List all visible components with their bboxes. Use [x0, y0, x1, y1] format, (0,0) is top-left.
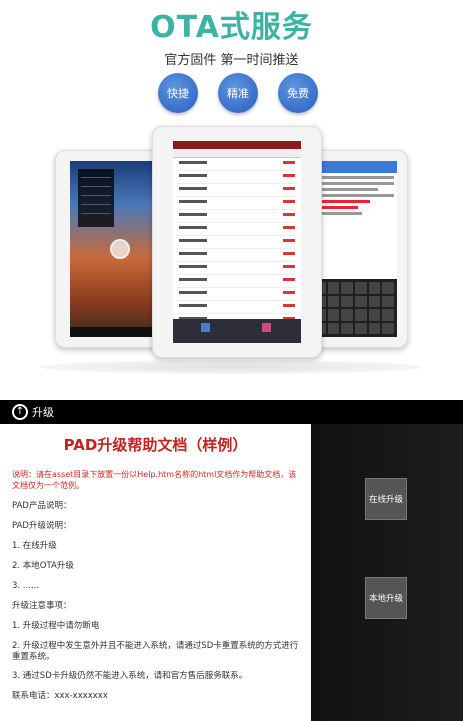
nav-bar — [70, 327, 152, 337]
pill-fast: 快捷 — [158, 73, 198, 113]
doc-line: 2. 升级过程中发生意外并且不能进入系统，请通过SD卡重置系统的方式进行重置系统… — [12, 641, 299, 662]
tablet-screen-right — [311, 161, 397, 337]
doc-line: 3. ...... — [12, 581, 40, 591]
doc-line: 联系电话：xxx-xxxxxxx — [12, 691, 108, 701]
floor-shadow — [40, 360, 423, 374]
document-heading: PAD升级帮助文档（样例） — [63, 436, 248, 454]
app-bottom-bar — [173, 319, 301, 343]
upgrade-app: ↑ 升级 PAD升级帮助文档（样例） 说明：请在asset目录下放置一份以Hel… — [0, 400, 463, 721]
doc-line: 1. 在线升级 — [12, 541, 57, 551]
tablet-image-left — [55, 150, 163, 348]
root: OTA式服务 官方固件 第一时间推送 快捷 精准 免费 ↑ 升级 PAD升级帮助… — [0, 0, 463, 721]
doc-line: 1. 升级过程中请勿断电 — [12, 621, 100, 631]
document-note: 说明：请在asset目录下放置一份以Help.htm名称的html文档作为帮助文… — [12, 470, 297, 490]
tablet-screen-left — [70, 161, 152, 337]
editor-text — [311, 173, 397, 221]
editor-toolbar — [311, 161, 397, 173]
keyboard — [311, 279, 397, 337]
tablet-screen-center — [173, 141, 301, 343]
doc-line: PAD产品说明： — [12, 501, 72, 511]
pill-accurate: 精准 — [218, 73, 258, 113]
menu-overlay — [78, 169, 114, 227]
online-upgrade-button[interactable]: 在线升级 — [365, 478, 407, 520]
app-header — [173, 141, 301, 149]
doc-line: PAD升级说明： — [12, 521, 72, 531]
action-bar-title: 升级 — [32, 406, 54, 419]
local-upgrade-button[interactable]: 本地升级 — [365, 577, 407, 619]
doc-line: 2. 本地OTA升级 — [12, 561, 74, 571]
side-panel: 在线升级 本地升级 — [311, 424, 463, 721]
pill-free: 免费 — [278, 73, 318, 113]
help-document: PAD升级帮助文档（样例） 说明：请在asset目录下放置一份以Help.htm… — [0, 424, 311, 721]
action-bar: ↑ 升级 — [0, 400, 463, 424]
promo-banner: OTA式服务 官方固件 第一时间推送 快捷 精准 免费 — [0, 0, 463, 395]
doc-line: 3. 通过SD卡升级仍然不能进入系统，请和官方售后服务联系。 — [12, 671, 248, 681]
promo-title: OTA式服务 — [150, 10, 313, 45]
circle-overlay — [110, 239, 130, 259]
promo-subtitle: 官方固件 第一时间推送 — [164, 53, 299, 68]
tablet-image-center — [152, 126, 322, 358]
up-arrow-icon[interactable]: ↑ — [12, 404, 28, 420]
doc-line: 升级注意事项： — [12, 601, 72, 611]
app-tabs — [173, 149, 301, 158]
